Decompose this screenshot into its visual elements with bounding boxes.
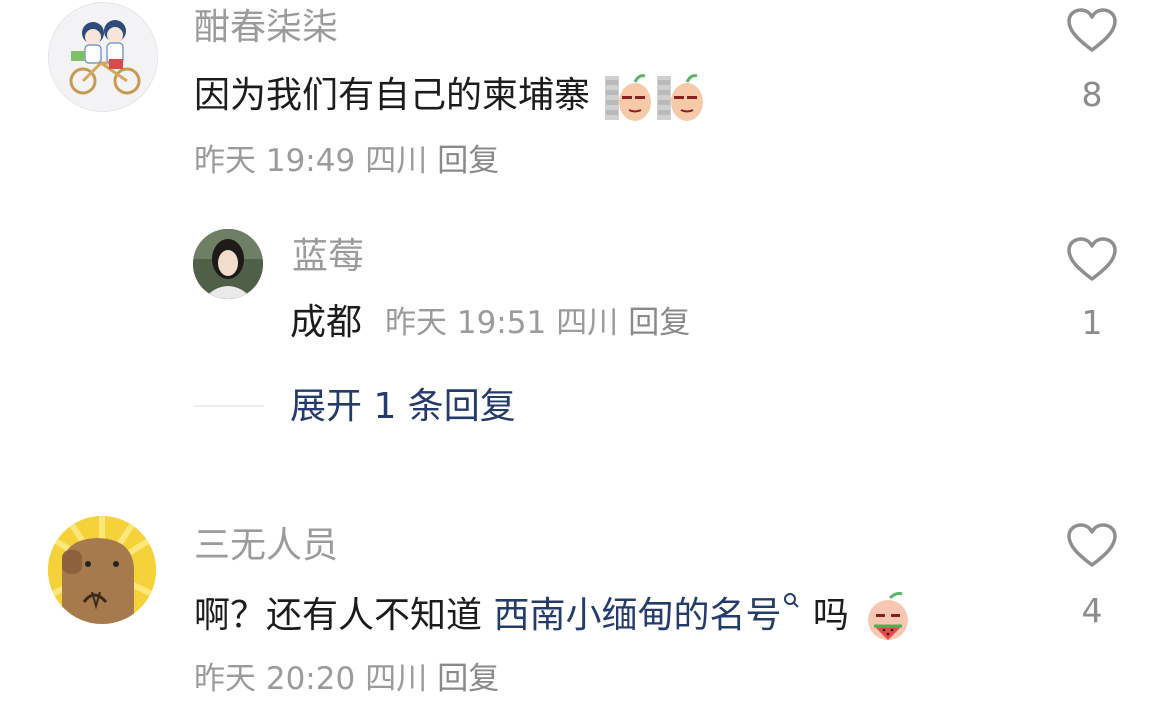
comment-text: 啊？还有人不知道 西南小缅甸的名号 吗	[194, 592, 912, 642]
comment-location: 四川	[365, 661, 428, 697]
comment-time: 昨天 20:20	[194, 661, 356, 697]
avatar[interactable]	[48, 2, 158, 112]
heart-outline-icon[interactable]	[1066, 8, 1118, 54]
reply-button[interactable]: 回复	[437, 143, 499, 179]
peach-watermelon-emoji	[868, 592, 909, 640]
reply-meta: 昨天 19:51 四川 回复	[385, 308, 700, 339]
reply-username[interactable]: 蓝莓	[292, 239, 364, 275]
comment-time: 昨天 19:49	[194, 143, 356, 179]
comment-text-prefix: 啊？还有人不知道	[194, 595, 494, 636]
like-count: 1	[1081, 303, 1103, 342]
comment-text-body: 因为我们有自己的柬埔寨	[194, 75, 591, 116]
comment-meta: 昨天 19:49 四川 回复	[194, 146, 509, 177]
comment-username[interactable]: 酣春柒柒	[194, 10, 338, 46]
expand-replies-button[interactable]: 展开 1 条回复	[290, 389, 516, 425]
comment-list: 酣春柒柒 因为我们有自己的柬埔寨 昨天 19:49 四川 回复 8 蓝莓 成都 …	[0, 0, 1170, 719]
like-count: 8	[1081, 75, 1103, 114]
comment-meta: 昨天 20:20 四川 回复	[194, 664, 509, 695]
comment-text-suffix: 吗	[801, 595, 849, 636]
comment-text: 因为我们有自己的柬埔寨	[194, 72, 705, 122]
search-icon[interactable]	[783, 592, 801, 610]
like-count: 4	[1081, 591, 1103, 630]
reply-text: 成都	[290, 302, 363, 343]
reply-button[interactable]: 回复	[628, 305, 690, 341]
reply-time: 昨天 19:51	[385, 305, 547, 341]
peach-peek-emoji	[605, 74, 652, 121]
reply-location: 四川	[556, 305, 619, 341]
expand-divider	[194, 405, 264, 407]
heart-outline-icon[interactable]	[1066, 237, 1118, 283]
search-keyword-link[interactable]: 西南小缅甸的名号	[493, 595, 781, 636]
peach-peek-emoji	[657, 74, 704, 121]
comment-username[interactable]: 三无人员	[194, 528, 338, 564]
reply-button[interactable]: 回复	[437, 661, 499, 697]
heart-outline-icon[interactable]	[1066, 523, 1118, 569]
avatar[interactable]	[193, 229, 263, 299]
avatar[interactable]	[48, 516, 156, 624]
comment-location: 四川	[365, 143, 428, 179]
